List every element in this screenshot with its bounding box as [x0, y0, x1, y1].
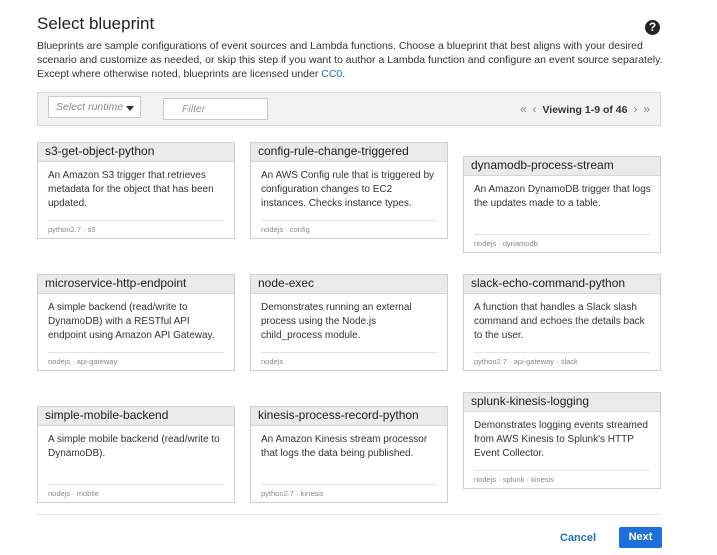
card-description: A simple backend (read/write to DynamoDB… [48, 302, 215, 342]
next-page-icon[interactable]: › [633, 102, 637, 116]
card-title: microservice-http-endpoint [38, 275, 234, 294]
pager-text: Viewing 1-9 of 46 [542, 104, 628, 116]
card-description: A simple mobile backend (read/write to D… [48, 434, 220, 460]
page-title: Select blueprint [37, 14, 155, 33]
blueprint-card[interactable]: splunk-kinesis-logging Demonstrates logg… [463, 392, 661, 489]
card-description: Demonstrates logging events streamed fro… [474, 420, 648, 460]
chevron-down-icon [126, 106, 134, 111]
card-tags: python2.7 · s3 [48, 225, 96, 234]
blueprint-card[interactable]: microservice-http-endpoint A simple back… [37, 274, 235, 371]
license-suffix: . [342, 68, 346, 81]
filter-bar: Select runtime Filter « ‹ Viewing 1-9 of… [37, 92, 661, 126]
card-description: Demonstrates running an external process… [261, 302, 412, 342]
blueprint-card[interactable]: kinesis-process-record-python An Amazon … [250, 406, 448, 503]
card-description: A function that handles a Slack slash co… [474, 302, 645, 342]
card-tags: nodejs · splunk · kinesis [474, 475, 555, 484]
card-title: config-rule-change-triggered [251, 143, 447, 162]
card-tags: nodejs · config [261, 225, 310, 234]
blueprint-card[interactable]: dynamodb-process-stream An Amazon Dynamo… [463, 156, 661, 253]
card-description: An Amazon DynamoDB trigger that logs the… [474, 184, 651, 210]
card-tags: nodejs [261, 357, 284, 366]
next-button[interactable]: Next [619, 527, 662, 548]
card-description: An AWS Config rule that is triggered by … [261, 170, 435, 210]
card-tags: nodejs · dynamodb [474, 239, 538, 248]
card-tags: python2.7 · api-gateway · slack [474, 357, 578, 366]
runtime-select[interactable]: Select runtime [48, 96, 141, 118]
help-icon[interactable]: ? [645, 20, 660, 35]
card-title: splunk-kinesis-logging [464, 393, 660, 412]
blueprint-card[interactable]: simple-mobile-backend A simple mobile ba… [37, 406, 235, 503]
runtime-select-label: Select runtime [56, 101, 124, 113]
page-description: Blueprints are sample configurations of … [37, 39, 667, 82]
license-link[interactable]: CC0 [321, 68, 342, 80]
card-title: s3-get-object-python [38, 143, 234, 162]
card-divider [261, 220, 437, 221]
cancel-button[interactable]: Cancel [560, 528, 596, 548]
card-tags: python2.7 · kinesis [261, 489, 324, 498]
card-divider [474, 352, 650, 353]
card-title: node-exec [251, 275, 447, 294]
prev-page-icon[interactable]: ‹ [533, 102, 537, 116]
card-divider [474, 234, 650, 235]
card-title: dynamodb-process-stream [464, 157, 660, 176]
card-divider [48, 484, 224, 485]
blueprint-card[interactable]: s3-get-object-python An Amazon S3 trigge… [37, 142, 235, 239]
blueprint-card[interactable]: config-rule-change-triggered An AWS Conf… [250, 142, 448, 239]
card-divider [48, 220, 224, 221]
card-title: slack-echo-command-python [464, 275, 660, 294]
description-text: Blueprints are sample configurations of … [37, 40, 663, 81]
filter-input[interactable]: Filter [163, 98, 268, 120]
card-tags: nodejs · mobile [48, 489, 99, 498]
blueprint-card[interactable]: slack-echo-command-python A function tha… [463, 274, 661, 371]
card-title: simple-mobile-backend [38, 407, 234, 426]
card-divider [261, 484, 437, 485]
pagination: « ‹ Viewing 1-9 of 46 › » [517, 102, 650, 116]
card-divider [261, 352, 437, 353]
footer-divider [37, 514, 661, 515]
last-page-icon[interactable]: » [643, 102, 650, 116]
first-page-icon[interactable]: « [520, 102, 527, 116]
card-divider [474, 470, 650, 471]
card-tags: nodejs · api-gateway [48, 357, 118, 366]
card-description: An Amazon S3 trigger that retrieves meta… [48, 170, 214, 210]
card-title: kinesis-process-record-python [251, 407, 447, 426]
blueprint-card[interactable]: node-exec Demonstrates running an extern… [250, 274, 448, 371]
card-divider [48, 352, 224, 353]
card-description: An Amazon Kinesis stream processor that … [261, 434, 428, 460]
